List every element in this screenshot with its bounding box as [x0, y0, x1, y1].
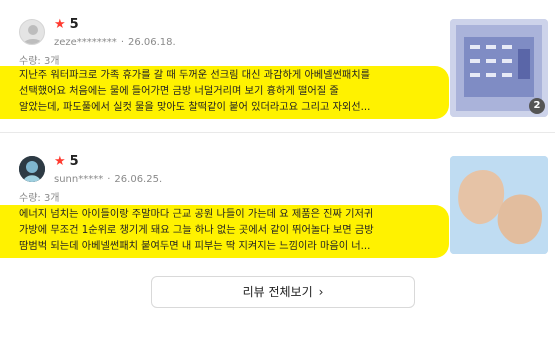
purchase-quantity: 수량: 3개	[19, 193, 60, 204]
review-text-line: 알았는데, 파도풀에서 실컷 물을 맞아도 찰떡같이 붙어 있더라고요 그리고 …	[19, 102, 371, 113]
review-photo[interactable]	[450, 156, 548, 254]
review-photo[interactable]: 2	[450, 19, 548, 117]
review-item: ★ 5 zeze******** · 26.06.18. 수량: 3개 지난주 워터파…	[0, 0, 555, 130]
divider	[0, 132, 555, 133]
chevron-right-icon: ›	[318, 285, 324, 299]
review-text-line: 선택했어요 처음에는 물에 들어가면 금방 너덜거리며 보기 흉하게 떨어질 줄	[19, 86, 339, 97]
patch-photo-image	[450, 156, 548, 254]
review-date: 26.06.25.	[114, 174, 163, 185]
review-text-line: 에너지 넘치는 아이들이랑 주말마다 근교 공원 나들이 가는데 요 제품은 진…	[19, 209, 374, 220]
review-item: ★ 5 sunn***** · 26.06.25. 수량: 3개 에너지 넘치는 아이…	[0, 140, 555, 275]
review-text[interactable]: 에너지 넘치는 아이들이랑 주말마다 근교 공원 나들이 가는데 요 제품은 진…	[0, 205, 449, 258]
view-all-reviews-button[interactable]: 리뷰 전체보기 ›	[151, 276, 415, 308]
rating-value: 5	[69, 154, 79, 169]
rating: ★ 5	[54, 154, 79, 169]
avatar	[19, 19, 45, 45]
rating-value: 5	[69, 17, 79, 32]
user-photo-icon	[19, 156, 45, 182]
star-icon: ★	[54, 17, 66, 32]
review-text-line: 지난주 워터파크로 가족 휴가를 갈 때 두꺼운 선크림 대신 과감하게 아베넬…	[19, 70, 371, 81]
review-text[interactable]: 지난주 워터파크로 가족 휴가를 갈 때 두꺼운 선크림 대신 과감하게 아베넬…	[0, 66, 449, 119]
review-text-line: 가방에 무조건 1순위로 챙기게 돼요 그늘 하나 없는 곳에서 같이 뛰어놀다…	[19, 225, 374, 236]
reviewer-id: sunn*****	[54, 174, 104, 185]
review-meta: zeze******** · 26.06.18.	[54, 37, 176, 48]
review-meta: sunn***** · 26.06.25.	[54, 174, 163, 185]
review-text-line: 땀범벅 되는데 아베넬썬패치 붙여두면 내 피부는 딱 지켜지는 느낌이라 마음…	[19, 241, 371, 252]
purchase-quantity: 수량: 3개	[19, 56, 60, 67]
review-date: 26.06.18.	[128, 37, 176, 48]
photo-count-badge: 2	[529, 98, 545, 114]
avatar	[19, 156, 45, 182]
rating: ★ 5	[54, 17, 79, 32]
star-icon: ★	[54, 154, 66, 169]
view-all-reviews-label: 리뷰 전체보기	[242, 285, 313, 299]
user-icon	[23, 25, 43, 44]
reviewer-id: zeze********	[54, 37, 117, 48]
